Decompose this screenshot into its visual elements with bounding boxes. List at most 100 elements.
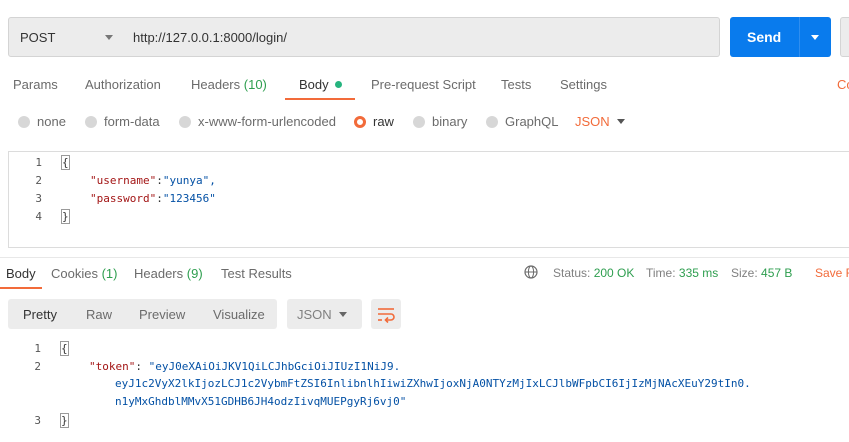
tab-pre-request-script[interactable]: Pre-request Script xyxy=(371,77,476,92)
line-number: 4 xyxy=(35,210,42,223)
code-line-wrapped: eyJ1c2VyX2lkIjozLCJ1c2VybmFtZSI6Inlibnlh… xyxy=(115,377,751,390)
json-value: "yunya", xyxy=(162,174,216,187)
code-line: "password":"123456" xyxy=(90,192,216,205)
response-tab-headers-label: Headers xyxy=(134,266,184,281)
radio-raw[interactable]: raw xyxy=(354,114,394,129)
tab-body[interactable]: Body xyxy=(299,77,342,92)
response-tab-headers[interactable]: Headers (9) xyxy=(134,266,203,281)
chevron-down-icon xyxy=(105,35,113,40)
time-label: Time: xyxy=(646,266,676,280)
code-line: { xyxy=(61,155,70,170)
response-tab-body[interactable]: Body xyxy=(6,266,36,281)
active-tab-indicator xyxy=(285,98,355,100)
radio-form-data[interactable]: form-data xyxy=(85,114,160,129)
json-key: "username" xyxy=(90,174,157,187)
view-visualize-button[interactable]: Visualize xyxy=(213,307,265,322)
line-number: 1 xyxy=(35,156,42,169)
line-number: 3 xyxy=(35,192,42,205)
radio-binary-label: binary xyxy=(432,114,468,129)
send-divider xyxy=(799,17,800,57)
response-body-viewer[interactable]: 1 { 2 "token": "eyJ0eXAiOiJKV1QiLCJhbGci… xyxy=(0,336,849,442)
body-modified-dot-icon xyxy=(334,81,342,88)
json-key: "password" xyxy=(90,192,157,205)
response-time: Time: 335 ms xyxy=(646,266,718,280)
radio-none[interactable]: none xyxy=(18,114,66,129)
code-line: } xyxy=(61,209,70,224)
active-response-tab-indicator xyxy=(0,287,42,289)
response-size: Size: 457 B xyxy=(731,266,792,280)
chevron-down-icon[interactable] xyxy=(617,119,625,124)
code-line: "username":"yunya", xyxy=(90,174,216,187)
response-tab-test-results[interactable]: Test Results xyxy=(221,266,292,281)
size-value: 457 B xyxy=(761,266,793,280)
response-tab-cookies-label: Cookies xyxy=(51,266,98,281)
body-format-select[interactable]: JSON xyxy=(575,114,610,129)
line-number: 2 xyxy=(35,174,42,187)
response-format-label: JSON xyxy=(297,307,332,322)
code-line-wrapped: n1yMxGhdblMMvX51GDHB6JH4odzIivqMUEPgyRj6… xyxy=(115,395,407,408)
radio-none-label: none xyxy=(37,114,66,129)
send-label: Send xyxy=(747,29,782,45)
url-text: http://127.0.0.1:8000/login/ xyxy=(133,30,287,45)
radio-icon xyxy=(179,116,191,128)
view-pretty-button[interactable]: Pretty xyxy=(23,307,57,322)
tab-headers[interactable]: Headers (10) xyxy=(191,77,267,92)
radio-raw-label: raw xyxy=(373,114,394,129)
line-number: 2 xyxy=(34,360,41,373)
status-label: Status: xyxy=(553,266,591,280)
radio-graphql-label: GraphQL xyxy=(505,114,559,129)
tab-settings[interactable]: Settings xyxy=(560,77,607,92)
code-line: "token": "eyJ0eXAiOiJKV1QiLCJhbGciOiJIUz… xyxy=(89,360,400,373)
response-tab-headers-count: (9) xyxy=(186,266,203,281)
save-button-partial[interactable] xyxy=(840,17,849,57)
send-button[interactable]: Send xyxy=(730,17,831,57)
json-value: "123456" xyxy=(162,192,216,205)
radio-urlencoded-label: x-www-form-urlencoded xyxy=(198,114,336,129)
tab-params[interactable]: Params xyxy=(13,77,58,92)
request-body-editor[interactable]: 1 { 2 "username":"yunya", 3 "password":"… xyxy=(8,151,849,248)
response-format-select[interactable]: JSON xyxy=(287,299,362,329)
globe-icon[interactable] xyxy=(524,265,538,279)
radio-icon xyxy=(413,116,425,128)
json-key: "token" xyxy=(89,360,136,373)
radio-binary[interactable]: binary xyxy=(413,114,467,129)
view-raw-button[interactable]: Raw xyxy=(86,307,112,322)
save-response-button[interactable]: Save R xyxy=(815,266,849,280)
radio-icon xyxy=(486,116,498,128)
line-number: 1 xyxy=(34,342,41,355)
wrap-lines-button[interactable] xyxy=(371,299,401,329)
tab-tests[interactable]: Tests xyxy=(501,77,531,92)
json-value: "eyJ0eXAiOiJKV1QiLCJhbGciOiJIUzI1NiJ9. xyxy=(148,360,401,373)
radio-icon xyxy=(85,116,97,128)
json-separator: : xyxy=(156,174,163,187)
tab-body-label: Body xyxy=(299,77,329,92)
radio-urlencoded[interactable]: x-www-form-urlencoded xyxy=(179,114,336,129)
response-tab-cookies-count: (1) xyxy=(101,266,118,281)
radio-form-data-label: form-data xyxy=(104,114,160,129)
size-label: Size: xyxy=(731,266,758,280)
divider xyxy=(0,257,849,258)
code-line: { xyxy=(60,341,69,356)
wrap-lines-icon xyxy=(378,308,395,324)
json-separator: : xyxy=(156,192,163,205)
line-number: 3 xyxy=(34,414,41,427)
send-options-chevron-icon[interactable] xyxy=(811,35,819,40)
radio-icon xyxy=(18,116,30,128)
method-label: POST xyxy=(20,30,56,45)
tab-authorization[interactable]: Authorization xyxy=(85,77,161,92)
url-input[interactable]: http://127.0.0.1:8000/login/ xyxy=(124,17,720,57)
tab-headers-count: (10) xyxy=(243,77,267,92)
time-value: 335 ms xyxy=(678,266,719,280)
radio-selected-icon xyxy=(354,116,366,128)
code-line: } xyxy=(60,413,69,428)
cookies-link[interactable]: Co xyxy=(837,77,849,92)
chevron-down-icon xyxy=(339,312,347,317)
view-preview-button[interactable]: Preview xyxy=(139,307,185,322)
response-status: Status: 200 OK xyxy=(553,266,634,280)
tab-headers-label: Headers xyxy=(191,77,241,92)
status-value: 200 OK xyxy=(593,266,635,280)
radio-graphql[interactable]: GraphQL xyxy=(486,114,558,129)
response-view-toolbar: Pretty Raw Preview Visualize xyxy=(8,299,277,329)
response-tab-cookies[interactable]: Cookies (1) xyxy=(51,266,117,281)
method-select[interactable]: POST xyxy=(8,17,125,57)
